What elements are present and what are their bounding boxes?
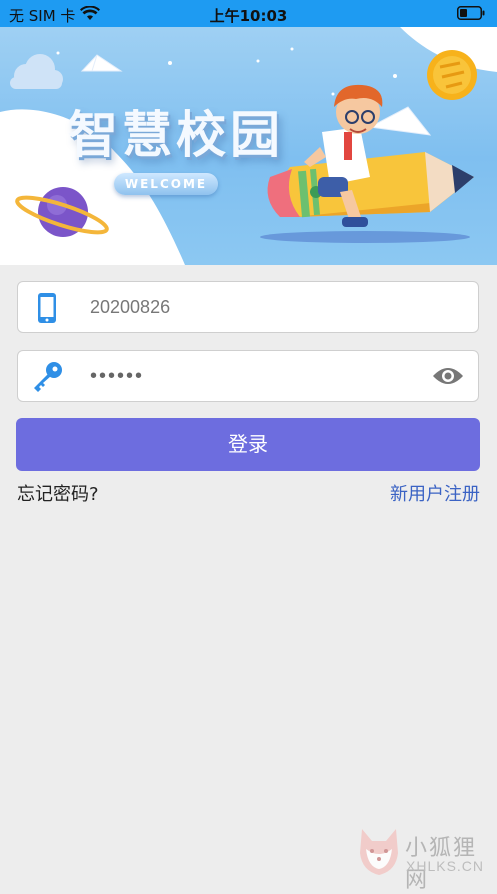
watermark-domain: XHLKS.CN bbox=[406, 858, 485, 874]
welcome-badge: WELCOME bbox=[114, 173, 218, 195]
phone-field[interactable]: 20200826 bbox=[17, 281, 479, 333]
coin-planet-icon bbox=[427, 50, 477, 100]
fox-logo-icon bbox=[360, 829, 398, 875]
phone-icon bbox=[38, 293, 56, 323]
app-title: 智慧校园 bbox=[68, 106, 284, 164]
login-button[interactable]: 登录 bbox=[16, 418, 480, 471]
pencil-rocket-icon bbox=[267, 152, 474, 218]
status-time: 上午10:03 bbox=[209, 7, 288, 25]
register-link[interactable]: 新用户注册 bbox=[390, 480, 480, 506]
key-icon bbox=[34, 362, 62, 392]
forgot-password-link[interactable]: 忘记密码? bbox=[17, 480, 99, 506]
password-field[interactable]: •••••• bbox=[17, 350, 479, 402]
status-bar: 无 SIM 卡 上午10:03 bbox=[0, 0, 497, 27]
phone-input[interactable]: 20200826 bbox=[90, 282, 420, 332]
paper-plane-icon bbox=[80, 54, 123, 72]
cloud-icon bbox=[10, 54, 63, 89]
eye-icon[interactable] bbox=[432, 366, 464, 386]
password-input[interactable]: •••••• bbox=[90, 351, 420, 401]
battery-icon bbox=[457, 6, 485, 20]
hero-banner: 智慧校园 WELCOME bbox=[0, 27, 497, 265]
